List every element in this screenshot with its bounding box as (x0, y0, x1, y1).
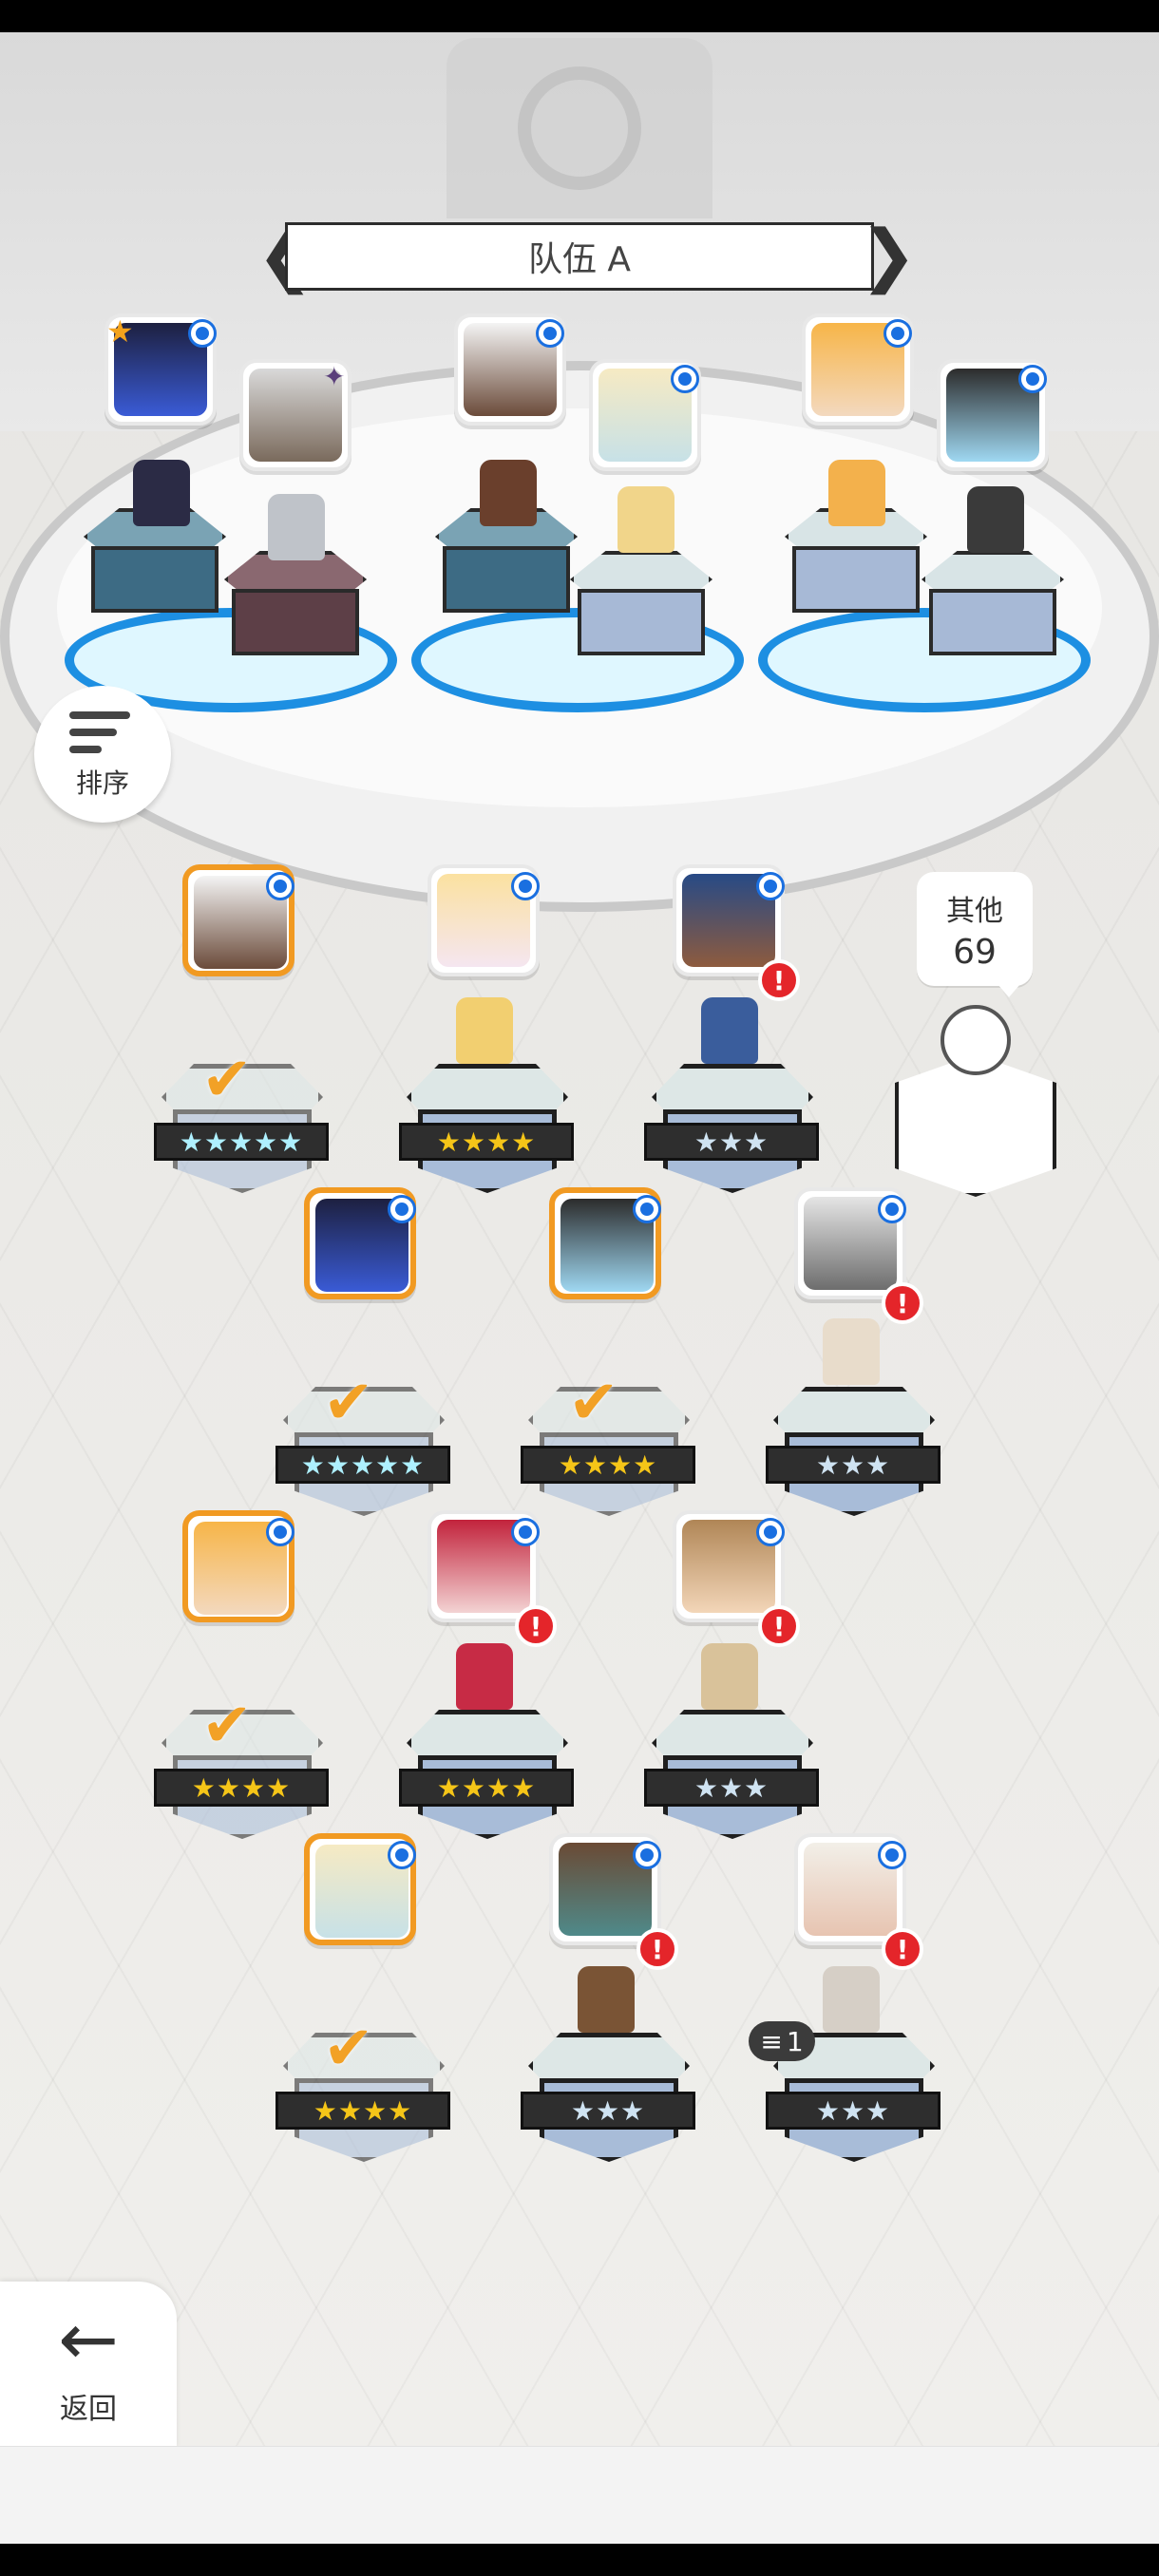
roster-sprite (701, 1643, 758, 1710)
star-rating: ★★★★ (276, 2092, 450, 2130)
alert-icon: ! (515, 1605, 557, 1647)
pad-side (792, 546, 920, 613)
arena-emblem (518, 66, 641, 190)
other-card-tail (998, 984, 1020, 997)
team-title-banner: 队伍 A (285, 222, 874, 291)
stack-count: 1 (786, 2025, 804, 2057)
star-rating: ★★★★ (399, 1769, 574, 1807)
roster-sprite (701, 997, 758, 1064)
selected-check-icon: ✔ (201, 1045, 253, 1115)
alert-icon: ! (758, 959, 800, 1001)
alert-icon: ! (636, 1928, 678, 1970)
stack-count-badge: ≡ 1 (749, 2021, 815, 2061)
roster-dot-icon (388, 1195, 416, 1223)
roster-sprite (456, 997, 513, 1064)
team-pad-6[interactable] (922, 551, 1064, 665)
next-team-chevron-icon[interactable]: ❯ (860, 220, 917, 289)
team-pad-2[interactable] (224, 551, 367, 665)
other-label: 其他 (946, 894, 1003, 928)
alert-icon: ! (882, 1282, 923, 1324)
pad-side (578, 589, 705, 655)
roster-dot-icon (756, 872, 785, 900)
roster-dot-icon (633, 1195, 661, 1223)
star-rating: ★★★ (521, 2092, 695, 2130)
roster-dot-icon (511, 872, 540, 900)
placeholder-silhouette-icon (940, 1005, 1011, 1075)
selected-check-icon: ✔ (201, 1691, 253, 1761)
pad-side (91, 546, 218, 613)
roster-dot-icon (266, 872, 294, 900)
team-sprite-5 (828, 460, 885, 526)
selected-check-icon: ✔ (323, 2014, 374, 2084)
roster-sprite (823, 1966, 880, 2033)
team-slot-dot-icon (671, 365, 699, 393)
team-sprite-2 (268, 494, 325, 560)
roster-dot-icon (633, 1841, 661, 1869)
navigation-bar (0, 2544, 1159, 2576)
star-rating: ★★★★ (521, 1446, 695, 1484)
team-slot-dot-icon (536, 319, 564, 348)
roster-dot-icon (756, 1518, 785, 1546)
sort-icon (69, 708, 136, 757)
team-slot-dot-icon (884, 319, 912, 348)
pad-side (929, 589, 1056, 655)
team-slot-dot-icon (1018, 365, 1047, 393)
star-rating: ★★★★ (399, 1123, 574, 1161)
team-slot-dot-icon (188, 319, 217, 348)
pad-side (232, 589, 359, 655)
roster-dot-icon (878, 1841, 906, 1869)
bottom-strip (0, 2446, 1159, 2545)
selected-check-icon: ✔ (568, 1368, 619, 1438)
team-title: 队伍 A (527, 240, 632, 279)
star-rating: ★★★ (766, 1446, 940, 1484)
roster-dot-icon (388, 1841, 416, 1869)
star-rating: ★★★ (766, 2092, 940, 2130)
selected-check-icon: ✔ (323, 1368, 374, 1438)
layers-icon: ≡ (760, 2025, 783, 2057)
back-button[interactable]: ← 返回 (0, 2282, 177, 2449)
team-sprite-3 (480, 460, 537, 526)
empty-pedestal (895, 1054, 1056, 1197)
star-rating: ★★★ (644, 1769, 819, 1807)
star-rating: ★★★★ (154, 1769, 329, 1807)
team-sprite-1 (133, 460, 190, 526)
status-bar (0, 0, 1159, 32)
roster-sprite (578, 1966, 635, 2033)
sparkle-icon: ✦ (323, 361, 346, 392)
leader-star-icon: ★ (106, 313, 134, 350)
alert-icon: ! (758, 1605, 800, 1647)
star-rating: ★★★★★ (154, 1123, 329, 1161)
team-pad-4[interactable] (570, 551, 712, 665)
pad-side (443, 546, 570, 613)
roster-sprite (456, 1643, 513, 1710)
other-count: 69 (953, 932, 997, 972)
alert-icon: ! (882, 1928, 923, 1970)
roster-dot-icon (266, 1518, 294, 1546)
back-arrow-icon: ← (58, 2297, 119, 2381)
roster-sprite (823, 1318, 880, 1385)
other-heroes-card[interactable]: 其他 69 (917, 872, 1033, 986)
star-rating: ★★★ (644, 1123, 819, 1161)
sort-button[interactable]: 排序 (34, 686, 171, 823)
roster-dot-icon (511, 1518, 540, 1546)
roster-dot-icon (878, 1195, 906, 1223)
star-rating: ★★★★★ (276, 1446, 450, 1484)
back-label: 返回 (60, 2393, 117, 2426)
team-sprite-4 (618, 486, 674, 553)
team-sprite-6 (967, 486, 1024, 553)
sort-label: 排序 (75, 767, 129, 799)
